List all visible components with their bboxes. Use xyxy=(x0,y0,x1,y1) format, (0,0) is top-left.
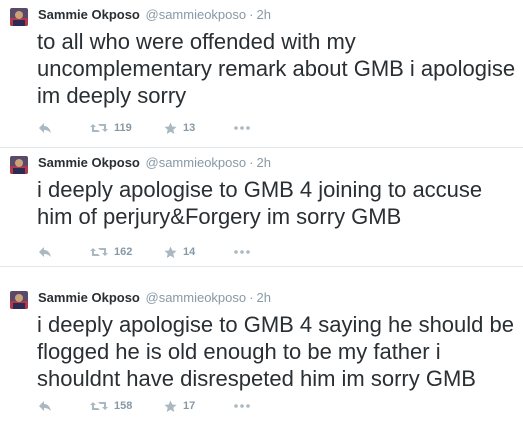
favorite-icon xyxy=(164,399,177,412)
retweet-icon xyxy=(90,402,108,410)
more-icon xyxy=(234,250,250,254)
more-icon xyxy=(234,404,250,408)
author-name[interactable]: Sammie Okposo xyxy=(38,290,140,305)
more-button[interactable] xyxy=(234,398,250,414)
tweet-header: Sammie Okposo @sammieokposo · 2h xyxy=(38,289,271,307)
reply-button[interactable] xyxy=(38,398,52,414)
retweet-count: 119 xyxy=(114,122,132,134)
favorite-icon xyxy=(164,121,177,134)
tweet[interactable]: Sammie Okposo @sammieokposo · 2h to all wh… xyxy=(0,0,523,148)
retweet-button[interactable]: 158 xyxy=(90,398,132,414)
favorite-icon xyxy=(164,245,177,258)
more-button[interactable] xyxy=(234,244,250,260)
tweet[interactable]: Sammie Okposo @sammieokposo · 2h i deeply … xyxy=(0,283,523,429)
author-name[interactable]: Sammie Okposo xyxy=(38,155,140,170)
tweet-text: i deeply apologise to GMB 4 joining to a… xyxy=(37,177,483,229)
tweet-text: to all who were offended with my uncompl… xyxy=(37,29,516,108)
favorite-button[interactable]: 13 xyxy=(164,120,195,136)
reply-icon xyxy=(39,123,51,133)
separator: · xyxy=(249,7,254,22)
more-button[interactable] xyxy=(234,120,250,136)
avatar[interactable] xyxy=(10,8,28,26)
more-icon xyxy=(234,126,250,130)
tweet[interactable]: Sammie Okposo @sammieokposo · 2h i deeply … xyxy=(0,148,523,267)
retweet-count: 162 xyxy=(114,246,133,258)
avatar[interactable] xyxy=(10,156,28,174)
favorite-count: 13 xyxy=(183,122,196,134)
tweet-header: Sammie Okposo @sammieokposo · 2h xyxy=(38,154,271,172)
favorite-count: 14 xyxy=(183,246,196,258)
separator: · xyxy=(249,290,254,305)
timeline: Sammie Okposo @sammieokposo · 2h to all wh… xyxy=(0,0,523,429)
retweet-button[interactable]: 162 xyxy=(90,244,132,260)
tweet-text: i deeply apologise to GMB 4 saying he sh… xyxy=(37,312,514,391)
avatar[interactable] xyxy=(10,291,28,309)
author-handle[interactable]: @sammieokposo xyxy=(146,155,247,170)
favorite-button[interactable]: 14 xyxy=(164,244,195,260)
favorite-button[interactable]: 17 xyxy=(164,398,195,414)
timestamp[interactable]: 2h xyxy=(256,290,270,305)
author-name[interactable]: Sammie Okposo xyxy=(38,7,140,22)
timestamp[interactable]: 2h xyxy=(256,7,270,22)
author-handle[interactable]: @sammieokposo xyxy=(146,7,247,22)
retweet-icon xyxy=(90,124,108,132)
retweet-icon xyxy=(90,248,108,256)
retweet-button[interactable]: 119 xyxy=(90,120,132,136)
favorite-count: 17 xyxy=(183,400,196,412)
retweet-count: 158 xyxy=(114,400,133,412)
author-handle[interactable]: @sammieokposo xyxy=(146,290,247,305)
reply-button[interactable] xyxy=(38,244,52,260)
reply-icon xyxy=(39,247,51,257)
tweet-header: Sammie Okposo @sammieokposo · 2h xyxy=(38,6,271,24)
reply-icon xyxy=(39,401,51,411)
separator: · xyxy=(249,155,254,170)
timestamp[interactable]: 2h xyxy=(256,155,270,170)
reply-button[interactable] xyxy=(38,120,52,136)
